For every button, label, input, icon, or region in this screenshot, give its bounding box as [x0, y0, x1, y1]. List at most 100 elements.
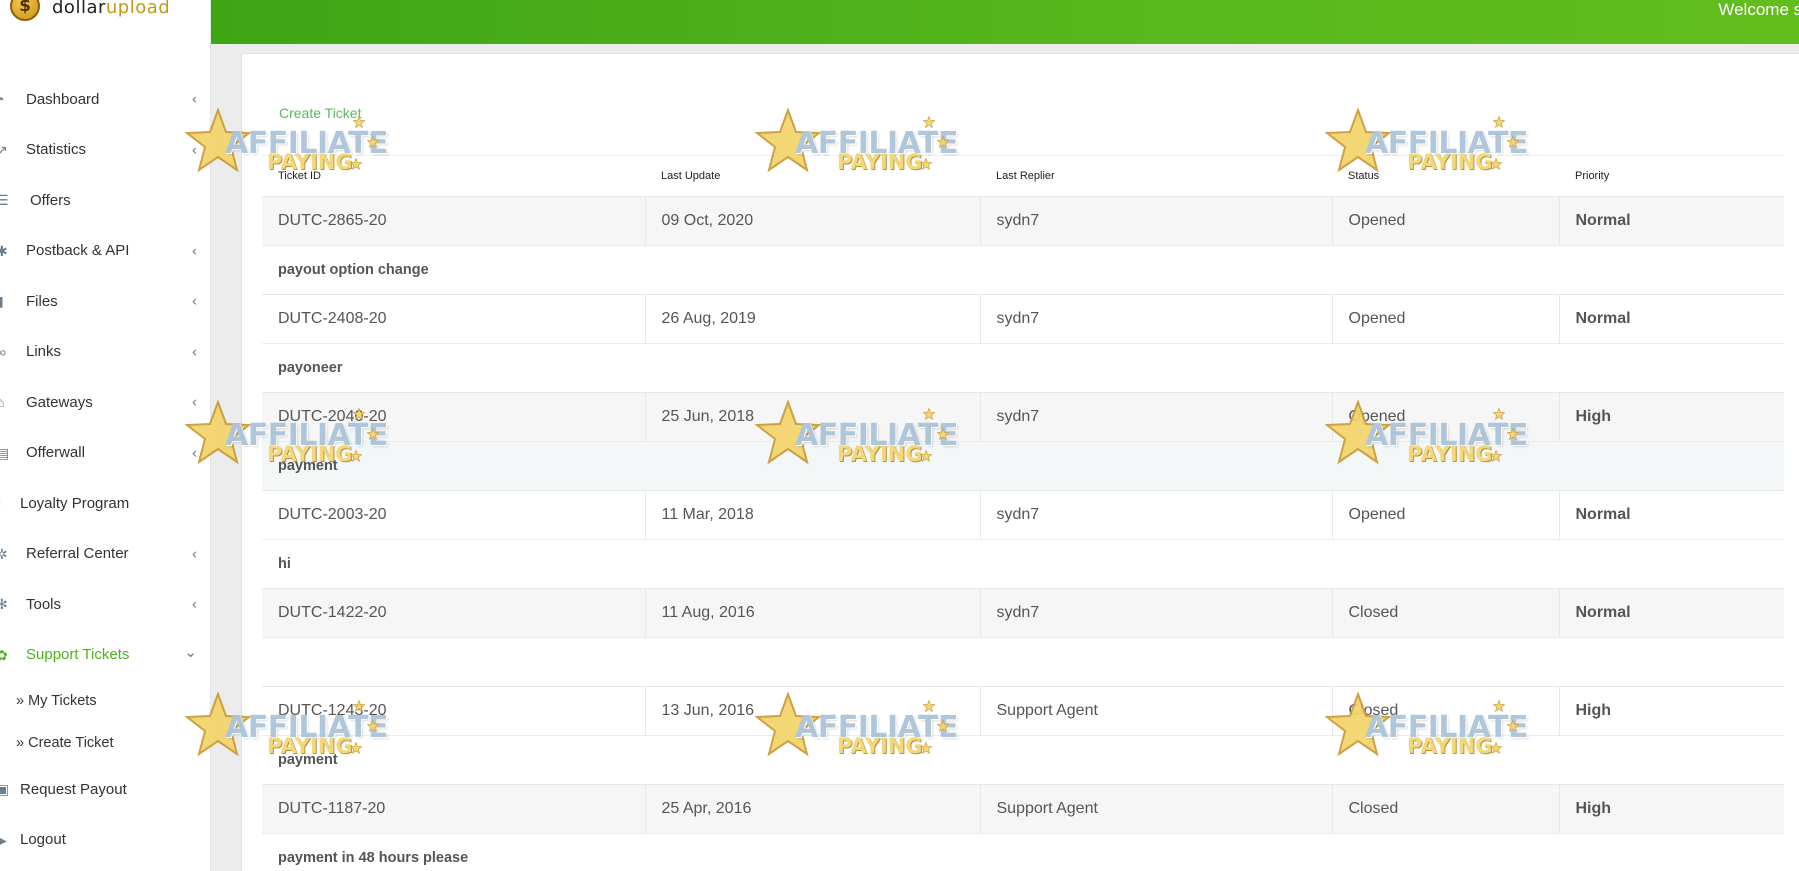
sidebar-item-offers[interactable]: ☰ Offers: [0, 175, 211, 226]
chevron-left-icon: ‹: [192, 292, 197, 310]
chevron-left-icon: ‹: [192, 444, 197, 462]
chevron-left-icon: ‹: [192, 90, 197, 108]
dollar-coin-icon: $: [10, 0, 40, 21]
table-row[interactable]: DUTC-2408-20 26 Aug, 2019 sydn7 Opened N…: [262, 294, 1784, 344]
chevron-left-icon: ‹: [192, 343, 197, 361]
ticket-subject-row[interactable]: payoneer: [262, 343, 1784, 393]
ticket-last-update: 13 Jun, 2016: [645, 686, 981, 736]
sidebar-item-dashboard[interactable]: ◔ Dashboard ‹: [0, 74, 211, 125]
create-ticket-link[interactable]: Create Ticket: [279, 105, 361, 121]
table-row[interactable]: DUTC-1187-20 25 Apr, 2016 Support Agent …: [262, 784, 1784, 834]
ticket-id[interactable]: DUTC-1243-20: [262, 686, 646, 736]
ticket-priority: High: [1559, 784, 1784, 834]
sidebar-item-postback-api[interactable]: ✱ Postback & API ‹: [0, 226, 211, 277]
ticket-subject-row[interactable]: hi: [262, 539, 1784, 589]
ticket-id[interactable]: DUTC-1187-20: [262, 784, 646, 834]
ticket-last-update: 09 Oct, 2020: [645, 196, 981, 246]
ticket-priority: High: [1559, 392, 1784, 442]
tickets-table: Ticket ID Last Update Last Replier Statu…: [262, 155, 1784, 871]
column-header-ticket-id: Ticket ID: [262, 155, 645, 197]
ticket-subject-row[interactable]: payout option change: [262, 245, 1784, 295]
chevron-left-icon: ‹: [192, 141, 197, 159]
ticket-last-replier: sydn7: [980, 196, 1333, 246]
ticket-last-replier: Support Agent: [980, 686, 1333, 736]
ticket-priority: High: [1559, 686, 1784, 736]
ticket-id[interactable]: DUTC-2408-20: [262, 294, 646, 344]
ticket-priority: Normal: [1559, 588, 1784, 638]
gear-icon: ✻: [0, 596, 8, 613]
sidebar-item-request-payout[interactable]: ▣ Request Payout: [0, 764, 211, 815]
ticket-subject-row[interactable]: payment in 48 hours please: [262, 833, 1784, 871]
gift-icon: ▪: [0, 496, 10, 510]
table-row[interactable]: DUTC-2040-20 25 Jun, 2018 sydn7 Opened H…: [262, 392, 1784, 442]
ticket-last-update: 11 Mar, 2018: [645, 490, 981, 540]
sidebar-item-links[interactable]: ∞ Links ‹: [0, 327, 211, 378]
ticket-priority: Normal: [1559, 294, 1784, 344]
ticket-subject[interactable]: payout option change: [262, 245, 1784, 295]
ticket-status: Opened: [1332, 392, 1560, 442]
sidebar-nav: ◔ Dashboard ‹ ↗ Statistics ‹ ☰ Offers ✱ …: [0, 74, 211, 865]
ticket-id[interactable]: DUTC-2040-20: [262, 392, 646, 442]
ticket-subject[interactable]: hi: [262, 539, 1784, 589]
brand-name: dollarupload: [52, 0, 171, 18]
ticket-priority: Normal: [1559, 196, 1784, 246]
table-header-row: Ticket ID Last Update Last Replier Statu…: [262, 155, 1784, 197]
sidebar-item-gateways[interactable]: ⌂ Gateways ‹: [0, 377, 211, 428]
ticket-status: Closed: [1332, 784, 1560, 834]
ticket-priority: Normal: [1559, 490, 1784, 540]
ticket-last-replier: Support Agent: [980, 784, 1333, 834]
table-row[interactable]: DUTC-2003-20 11 Mar, 2018 sydn7 Opened N…: [262, 490, 1784, 540]
ticket-status: Opened: [1332, 490, 1560, 540]
chevron-left-icon: ‹: [192, 595, 197, 613]
sidebar-item-tools[interactable]: ✻ Tools ‹: [0, 579, 211, 630]
welcome-text: Welcome sydn7: [1718, 0, 1799, 19]
sidebar-item-files[interactable]: ▮ Files ‹: [0, 276, 211, 327]
ticket-subject-row[interactable]: [262, 637, 1784, 687]
sidebar-subitem-my-tickets[interactable]: » My Tickets: [0, 680, 211, 722]
ticket-subject[interactable]: [262, 637, 1784, 687]
ticket-subject[interactable]: payment: [262, 735, 1784, 785]
sidebar: $ dollarupload ◔ Dashboard ‹ ↗ Statistic…: [0, 0, 211, 871]
ticket-id[interactable]: DUTC-2003-20: [262, 490, 646, 540]
ticket-last-replier: sydn7: [980, 294, 1333, 344]
sidebar-item-support-tickets[interactable]: ✿ Support Tickets ⌄: [0, 630, 211, 681]
column-header-last-replier: Last Replier: [980, 155, 1332, 197]
table-row[interactable]: DUTC-1422-20 11 Aug, 2016 sydn7 Closed N…: [262, 588, 1784, 638]
ticket-last-replier: sydn7: [980, 490, 1333, 540]
sidebar-item-referral-center[interactable]: ✲ Referral Center ‹: [0, 529, 211, 580]
logo[interactable]: $ dollarupload: [10, 0, 170, 24]
sidebar-item-loyalty-program[interactable]: ▪ Loyalty Program: [0, 478, 211, 529]
table-row[interactable]: DUTC-2865-20 09 Oct, 2020 sydn7 Opened N…: [262, 196, 1784, 246]
sidebar-item-statistics[interactable]: ↗ Statistics ‹: [0, 125, 211, 176]
sidebar-item-offerwall[interactable]: ▤ Offerwall ‹: [0, 428, 211, 479]
ticket-subject-row[interactable]: payment: [262, 735, 1784, 785]
chart-icon: ↗: [0, 141, 8, 158]
offerwall-icon: ▤: [0, 444, 10, 461]
link-icon: ∞: [0, 343, 6, 360]
chevron-left-icon: ‹: [192, 545, 197, 563]
dashboard-icon: ◔: [0, 91, 5, 108]
ticket-subject-row[interactable]: payment: [262, 441, 1784, 491]
ticket-last-replier: sydn7: [980, 392, 1333, 442]
list-icon: ☰: [0, 192, 9, 209]
ticket-subject[interactable]: payoneer: [262, 343, 1784, 393]
column-header-priority: Priority: [1559, 155, 1784, 197]
bank-icon: ⌂: [0, 394, 5, 411]
ticket-status: Opened: [1332, 294, 1560, 344]
file-icon: ▮: [0, 294, 10, 308]
puzzle-icon: ✱: [0, 242, 8, 259]
payout-icon: ▣: [0, 781, 10, 798]
ticket-subject[interactable]: payment in 48 hours please: [262, 833, 1784, 871]
column-header-last-update: Last Update: [645, 155, 980, 197]
logout-icon: ▶: [0, 831, 7, 848]
ticket-subject[interactable]: payment: [262, 441, 1784, 491]
ticket-last-update: 11 Aug, 2016: [645, 588, 981, 638]
table-row[interactable]: DUTC-1243-20 13 Jun, 2016 Support Agent …: [262, 686, 1784, 736]
ticket-status: Closed: [1332, 686, 1560, 736]
sidebar-item-logout[interactable]: ▶ Logout: [0, 815, 211, 866]
sidebar-subitem-create-ticket[interactable]: » Create Ticket: [0, 722, 211, 764]
ticket-last-update: 26 Aug, 2019: [645, 294, 981, 344]
ticket-id[interactable]: DUTC-2865-20: [262, 196, 646, 246]
ticket-id[interactable]: DUTC-1422-20: [262, 588, 646, 638]
ticket-status: Closed: [1332, 588, 1560, 638]
